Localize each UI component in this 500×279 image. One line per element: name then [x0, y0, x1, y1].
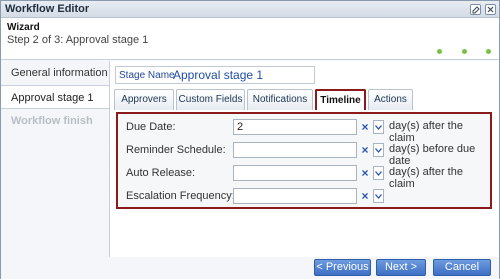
due-date-suffix: day(s) after the claim [389, 120, 463, 144]
reminder-schedule-label: Reminder Schedule: [126, 144, 226, 156]
previous-button[interactable]: < Previous [314, 259, 371, 276]
step-workflow-finish: Workflow finish [11, 115, 93, 127]
reminder-schedule-chevron-down-icon[interactable] [373, 143, 384, 157]
tab-custom-fields[interactable]: Custom Fields [176, 89, 245, 110]
wizard-step-list: General information Approval stage 1 Wor… [1, 61, 109, 257]
close-icon[interactable] [485, 4, 496, 15]
progress-dot [486, 49, 491, 54]
progress-dot [437, 49, 442, 54]
step-approval-stage-1[interactable]: Approval stage 1 [1, 85, 109, 109]
next-button[interactable]: Next > [376, 259, 426, 276]
progress-dot [462, 49, 467, 54]
auto-release-label: Auto Release: [126, 167, 196, 179]
due-date-input[interactable]: 2 [233, 119, 357, 135]
auto-release-chevron-down-icon[interactable] [373, 166, 384, 180]
escalation-frequency-input[interactable] [233, 188, 357, 204]
timeline-form: Due Date: 2 × day(s) after the claim Rem… [116, 112, 492, 209]
due-date-label: Due Date: [126, 121, 176, 133]
edit-icon[interactable] [470, 4, 481, 15]
reminder-schedule-suffix: day(s) before due date [389, 143, 476, 167]
wizard-header: Wizard Step 2 of 3: Approval stage 1 [1, 18, 499, 60]
title-bar: Workflow Editor [1, 1, 499, 18]
wizard-step-text: Step 2 of 3: Approval stage 1 [7, 34, 149, 46]
stage-panel: Stage Name Approval stage 1 Approvers Cu… [109, 61, 499, 257]
escalation-frequency-chevron-down-icon[interactable] [373, 189, 384, 203]
due-date-chevron-down-icon[interactable] [373, 120, 384, 134]
stage-name-label: Stage Name [119, 70, 175, 81]
auto-release-suffix: day(s) after the claim [389, 166, 463, 190]
wizard-label: Wizard [7, 22, 40, 33]
reminder-schedule-input[interactable] [233, 142, 357, 158]
escalation-frequency-clear-icon[interactable]: × [360, 189, 370, 203]
auto-release-clear-icon[interactable]: × [360, 166, 370, 180]
stage-tabs: Approvers Custom Fields Notifications Ti… [114, 89, 494, 110]
workflow-editor-window: Workflow Editor Wizard Step 2 of 3: Appr… [0, 0, 500, 279]
tab-notifications[interactable]: Notifications [247, 89, 313, 110]
due-date-clear-icon[interactable]: × [360, 120, 370, 134]
stage-name-field[interactable]: Stage Name Approval stage 1 [115, 66, 315, 84]
escalation-frequency-label: Escalation Frequency: [126, 190, 235, 202]
tab-approvers[interactable]: Approvers [114, 89, 174, 110]
stage-name-input[interactable]: Approval stage 1 [173, 68, 263, 82]
tab-timeline[interactable]: Timeline [315, 89, 366, 110]
window-title: Workflow Editor [5, 3, 90, 15]
cancel-button[interactable]: Cancel [433, 259, 491, 276]
auto-release-input[interactable] [233, 165, 357, 181]
wizard-footer: < Previous Next > Cancel [1, 257, 499, 279]
reminder-schedule-clear-icon[interactable]: × [360, 143, 370, 157]
step-general-information[interactable]: General information [1, 61, 109, 85]
tab-actions[interactable]: Actions [368, 89, 413, 110]
